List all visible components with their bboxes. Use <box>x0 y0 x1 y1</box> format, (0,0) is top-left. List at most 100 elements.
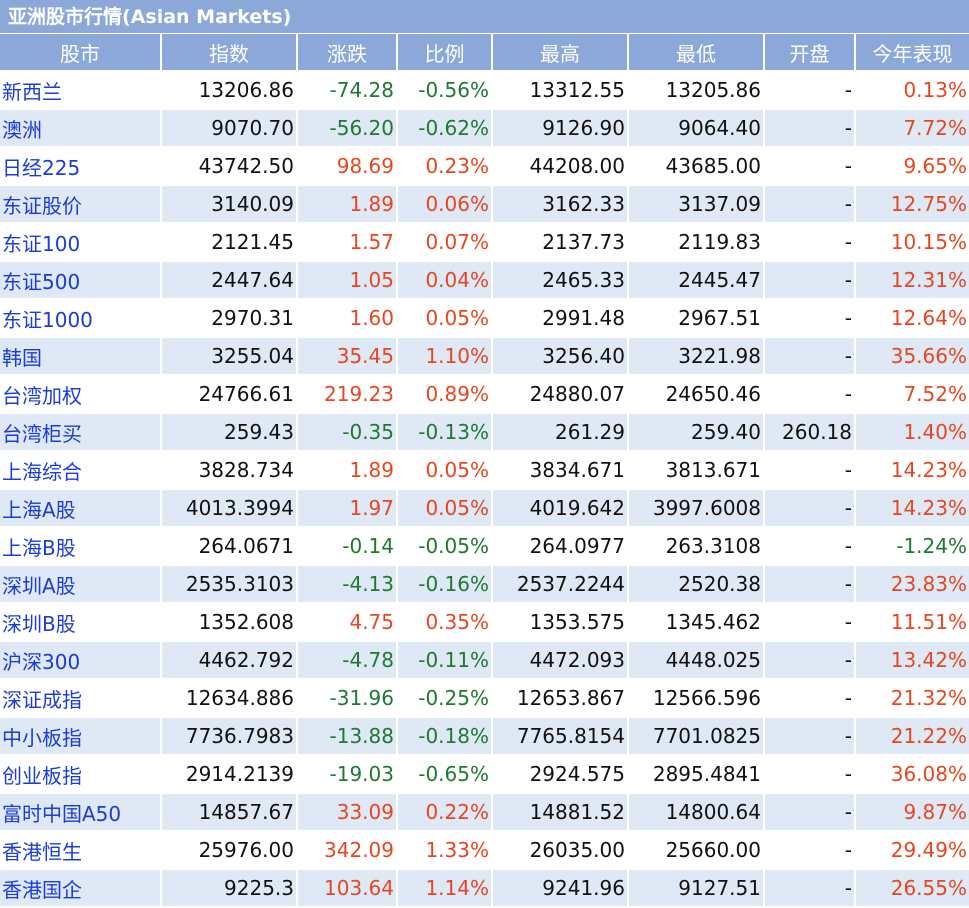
table-row[interactable]: 深圳B股 1352.608 4.75 0.35% 1353.575 1345.462-11… <box>0 603 969 642</box>
percent-value: 0.22% <box>397 793 493 832</box>
high-value: 264.0977 <box>492 527 629 566</box>
market-name-link[interactable]: 东证100 <box>0 223 162 262</box>
table-row[interactable]: 东证100 2121.45 1.57 0.07% 2137.73 2119.83-10.1… <box>0 223 969 262</box>
low-value: 263.3108 <box>628 527 765 566</box>
market-name-link[interactable]: 台湾加权 <box>0 375 162 414</box>
table-row[interactable]: 富时中国A50 14857.67 33.09 0.22% 14881.52 14800.6… <box>0 793 969 832</box>
high-value: 7765.8154 <box>492 717 629 756</box>
table-row[interactable]: 日经225 43742.50 98.69 0.23% 44208.00 43685.00-… <box>0 147 969 186</box>
low-value: 4448.025 <box>628 641 765 680</box>
table-row[interactable]: 东证500 2447.64 1.05 0.04% 2465.33 2445.47-12.3… <box>0 261 969 300</box>
index-value: 7736.7983 <box>161 717 298 756</box>
high-value: 9241.96 <box>492 869 629 908</box>
market-name-link[interactable]: 东证1000 <box>0 299 162 338</box>
market-name-link[interactable]: 香港恒生 <box>0 831 162 870</box>
change-value: 35.45 <box>297 337 398 376</box>
market-name-link[interactable]: 创业板指 <box>0 755 162 794</box>
ytd-value: 12.75% <box>855 185 969 224</box>
market-name-link[interactable]: 深证成指 <box>0 679 162 718</box>
market-name-link[interactable]: 澳洲 <box>0 109 162 148</box>
table-row[interactable]: 沪深300 4462.792 -4.78 -0.11% 4472.093 4448.025… <box>0 641 969 680</box>
market-name-link[interactable]: 台湾柜买 <box>0 413 162 452</box>
ytd-value: 9.87% <box>855 793 969 832</box>
open-value: - <box>764 831 856 870</box>
ytd-value: 0.13% <box>855 71 969 110</box>
header-market: 股市 <box>0 34 162 72</box>
market-name-link[interactable]: 深圳B股 <box>0 603 162 642</box>
open-value: - <box>764 527 856 566</box>
market-name-link[interactable]: 韩国 <box>0 337 162 376</box>
high-value: 1353.575 <box>492 603 629 642</box>
ytd-value: 13.42% <box>855 641 969 680</box>
market-name-link[interactable]: 上海B股 <box>0 527 162 566</box>
table-row[interactable]: 上海A股 4013.3994 1.97 0.05% 4019.642 3997.6008-… <box>0 489 969 528</box>
table-row[interactable]: 台湾加权 24766.61 219.23 0.89% 24880.07 24650.46-… <box>0 375 969 414</box>
ytd-value: 23.83% <box>855 565 969 604</box>
table-row[interactable]: 东证股价 3140.09 1.89 0.06% 3162.33 3137.09-12.75… <box>0 185 969 224</box>
table-row[interactable]: 中小板指 7736.7983 -13.88 -0.18% 7765.8154 7701.0… <box>0 717 969 756</box>
percent-value: 1.10% <box>397 337 493 376</box>
change-value: -74.28 <box>297 71 398 110</box>
ytd-value: 1.40% <box>855 413 969 452</box>
table-row[interactable]: 香港国企 9225.3 103.64 1.14% 9241.96 9127.51-26.5… <box>0 869 969 908</box>
table-header-row: 股市 指数 涨跌 比例 最高 最低 开盘 今年表现 <box>0 34 969 72</box>
market-name-link[interactable]: 香港国企 <box>0 869 162 908</box>
percent-value: 1.33% <box>397 831 493 870</box>
index-value: 9070.70 <box>161 109 298 148</box>
index-value: 13206.86 <box>161 71 298 110</box>
header-high: 最高 <box>492 34 629 72</box>
market-name-link[interactable]: 上海A股 <box>0 489 162 528</box>
low-value: 14800.64 <box>628 793 765 832</box>
market-name-link[interactable]: 沪深300 <box>0 641 162 680</box>
ytd-value: 7.72% <box>855 109 969 148</box>
asian-markets-table: 股市 指数 涨跌 比例 最高 最低 开盘 今年表现 新西兰 13206.86 -74… <box>0 34 969 908</box>
table-row[interactable]: 韩国 3255.04 35.45 1.10% 3256.40 3221.98-35.66% <box>0 337 969 376</box>
percent-value: 0.04% <box>397 261 493 300</box>
table-row[interactable]: 上海综合 3828.734 1.89 0.05% 3834.671 3813.671-14… <box>0 451 969 490</box>
percent-value: -0.05% <box>397 527 493 566</box>
market-name-link[interactable]: 日经225 <box>0 147 162 186</box>
market-name-link[interactable]: 富时中国A50 <box>0 793 162 832</box>
percent-value: -0.25% <box>397 679 493 718</box>
market-name-link[interactable]: 上海综合 <box>0 451 162 490</box>
change-value: 1.57 <box>297 223 398 262</box>
index-value: 2914.2139 <box>161 755 298 794</box>
low-value: 2520.38 <box>628 565 765 604</box>
high-value: 2537.2244 <box>492 565 629 604</box>
open-value: - <box>764 793 856 832</box>
change-value: 98.69 <box>297 147 398 186</box>
table-row[interactable]: 深证成指 12634.886 -31.96 -0.25% 12653.867 12566.… <box>0 679 969 718</box>
table-row[interactable]: 创业板指 2914.2139 -19.03 -0.65% 2924.575 2895.48… <box>0 755 969 794</box>
change-value: 219.23 <box>297 375 398 414</box>
open-value: - <box>764 603 856 642</box>
high-value: 2924.575 <box>492 755 629 794</box>
table-row[interactable]: 新西兰 13206.86 -74.28 -0.56% 13312.55 13205.86-… <box>0 71 969 110</box>
table-row[interactable]: 东证1000 2970.31 1.60 0.05% 2991.48 2967.51-12.… <box>0 299 969 338</box>
header-open: 开盘 <box>764 34 856 72</box>
index-value: 3255.04 <box>161 337 298 376</box>
open-value: - <box>764 679 856 718</box>
open-value: - <box>764 489 856 528</box>
percent-value: -0.62% <box>397 109 493 148</box>
market-name-link[interactable]: 东证股价 <box>0 185 162 224</box>
market-name-link[interactable]: 东证500 <box>0 261 162 300</box>
market-name-link[interactable]: 新西兰 <box>0 71 162 110</box>
percent-value: -0.11% <box>397 641 493 680</box>
low-value: 7701.0825 <box>628 717 765 756</box>
market-name-link[interactable]: 深圳A股 <box>0 565 162 604</box>
index-value: 4013.3994 <box>161 489 298 528</box>
table-row[interactable]: 深圳A股 2535.3103 -4.13 -0.16% 2537.2244 2520.38… <box>0 565 969 604</box>
ytd-value: 36.08% <box>855 755 969 794</box>
market-name-link[interactable]: 中小板指 <box>0 717 162 756</box>
percent-value: -0.18% <box>397 717 493 756</box>
high-value: 4472.093 <box>492 641 629 680</box>
high-value: 24880.07 <box>492 375 629 414</box>
table-row[interactable]: 香港恒生 25976.00 342.09 1.33% 26035.00 25660.00-… <box>0 831 969 870</box>
ytd-value: 7.52% <box>855 375 969 414</box>
ytd-value: 12.31% <box>855 261 969 300</box>
table-row[interactable]: 上海B股 264.0671 -0.14 -0.05% 264.0977 263.3108-… <box>0 527 969 566</box>
table-row[interactable]: 台湾柜买 259.43 -0.35 -0.13% 261.29 259.40 260.18 1… <box>0 413 969 452</box>
table-row[interactable]: 澳洲 9070.70 -56.20 -0.62% 9126.90 9064.40-7.72… <box>0 109 969 148</box>
high-value: 12653.867 <box>492 679 629 718</box>
index-value: 2970.31 <box>161 299 298 338</box>
